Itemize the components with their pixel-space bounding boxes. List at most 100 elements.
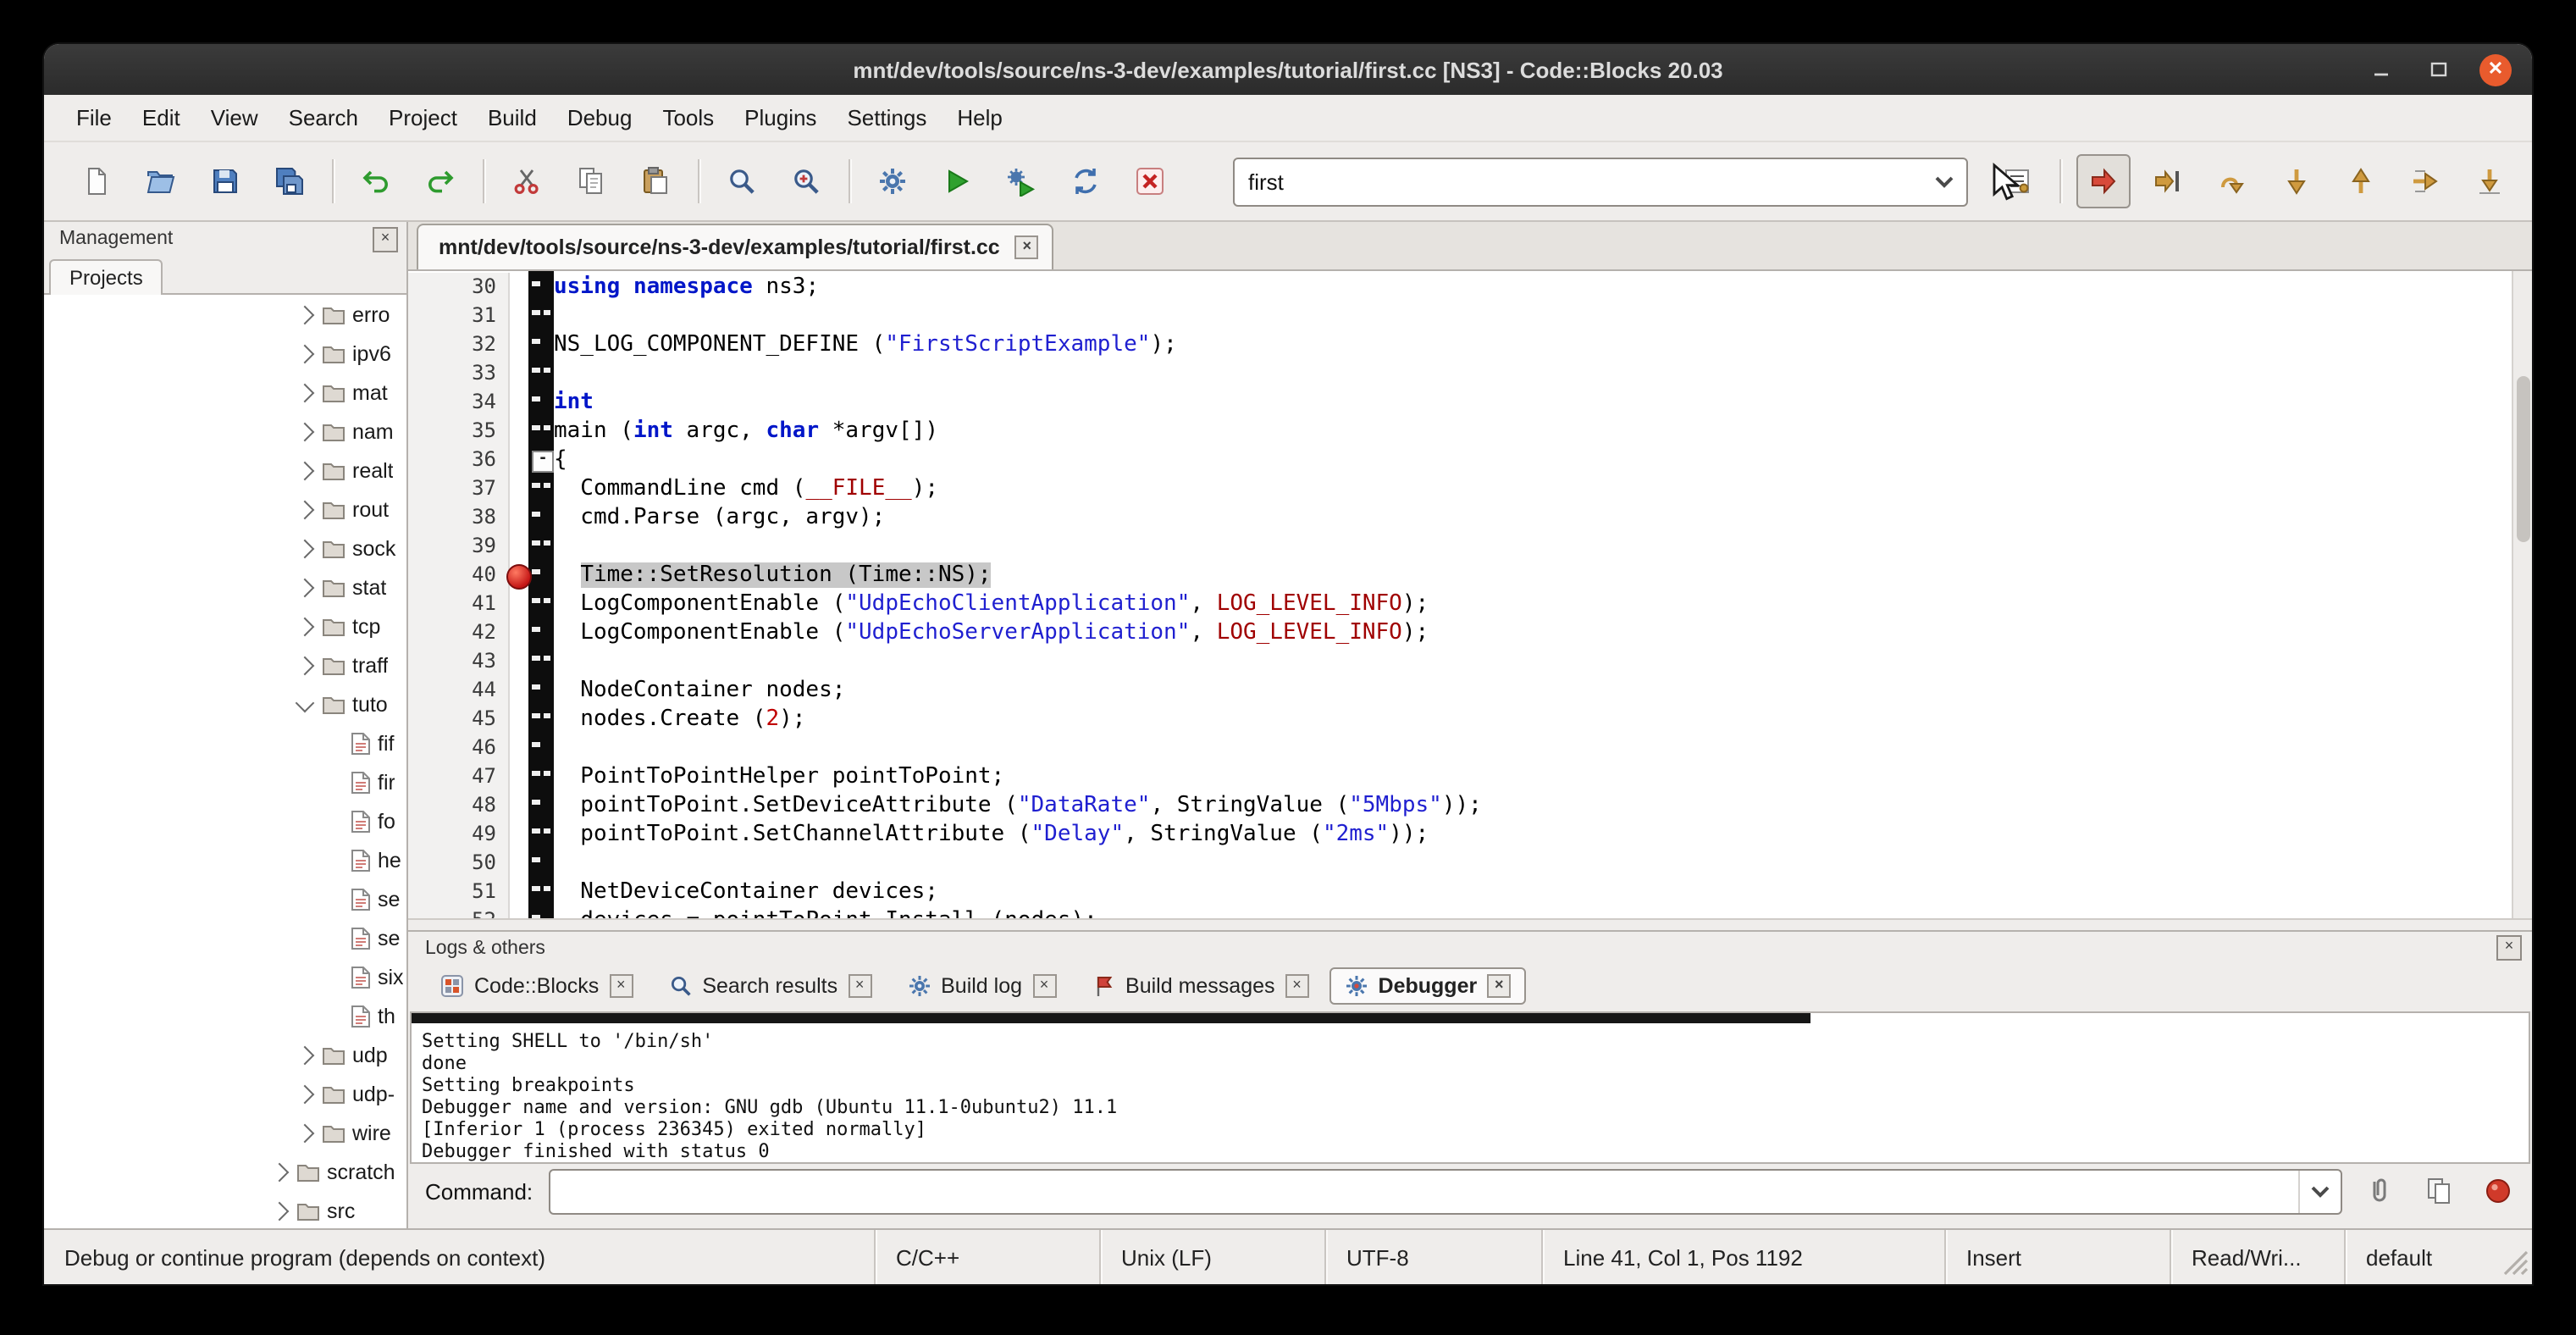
open-file-button[interactable] (134, 154, 188, 208)
step-into-instruction-button[interactable] (2463, 154, 2517, 208)
save-all-button[interactable] (263, 154, 317, 208)
menu-build[interactable]: Build (473, 98, 552, 137)
cut-button[interactable] (500, 154, 554, 208)
step-out-button[interactable] (2334, 154, 2388, 208)
find-button[interactable] (715, 154, 769, 208)
debug-continue-button[interactable] (2076, 154, 2131, 208)
chevron-down-icon[interactable] (296, 693, 315, 712)
tree-item-erro[interactable]: erro (44, 295, 406, 334)
new-file-button[interactable] (69, 154, 124, 208)
tree-item-fif[interactable]: fif (44, 723, 406, 762)
tree-item-se[interactable]: se (44, 918, 406, 957)
chevron-right-icon[interactable] (296, 1045, 315, 1065)
tree-item-he[interactable]: he (44, 840, 406, 879)
build-button[interactable] (865, 154, 920, 208)
close-icon[interactable]: × (1032, 974, 1056, 998)
logs-tab-search-results[interactable]: Search results× (653, 967, 887, 1005)
chevron-right-icon[interactable] (296, 344, 315, 363)
run-to-cursor-button[interactable] (2141, 154, 2195, 208)
tree-item-se[interactable]: se (44, 879, 406, 918)
abort-build-button[interactable] (1123, 154, 1177, 208)
build-target-combobox[interactable] (1233, 157, 1968, 206)
run-button[interactable] (930, 154, 984, 208)
logs-close-icon[interactable]: × (2496, 935, 2522, 961)
horizontal-splitter[interactable] (408, 918, 2532, 930)
toolbar-overflow-button[interactable] (2522, 154, 2532, 208)
build-and-run-button[interactable] (994, 154, 1048, 208)
clip-icon[interactable] (2358, 1169, 2402, 1213)
fold-marker[interactable]: - (532, 451, 554, 473)
step-into-button[interactable] (2269, 154, 2324, 208)
chevron-right-icon[interactable] (270, 1162, 290, 1182)
tree-item-fo[interactable]: fo (44, 801, 406, 840)
editor-scrollbar-thumb[interactable] (2517, 376, 2530, 542)
chevron-right-icon[interactable] (296, 617, 315, 636)
close-icon[interactable]: × (1285, 974, 1309, 998)
menu-tools[interactable]: Tools (647, 98, 729, 137)
menu-help[interactable]: Help (942, 98, 1018, 137)
chevron-right-icon[interactable] (296, 500, 315, 519)
find-in-files-button[interactable] (779, 154, 833, 208)
tree-item-sock[interactable]: sock (44, 529, 406, 568)
tree-item-udp[interactable]: udp- (44, 1074, 406, 1113)
close-icon[interactable]: × (1487, 974, 1511, 998)
tree-item-fir[interactable]: fir (44, 762, 406, 801)
logs-tab-code-blocks[interactable]: Code::Blocks× (425, 967, 648, 1005)
editor-tab-first-cc[interactable]: mnt/dev/tools/source/ns-3-dev/examples/t… (417, 224, 1054, 269)
menu-settings[interactable]: Settings (832, 98, 942, 137)
command-input[interactable] (550, 1178, 2298, 1204)
chevron-right-icon[interactable] (296, 461, 315, 480)
close-icon[interactable]: × (609, 974, 633, 998)
code-editor[interactable]: 3031323334353637383940414243444546474849… (408, 271, 2532, 918)
window-titlebar[interactable]: mnt/dev/tools/source/ns-3-dev/examples/t… (44, 44, 2532, 95)
tree-item-tuto[interactable]: tuto (44, 684, 406, 723)
breakpoint-marker[interactable] (506, 564, 532, 590)
tree-item-udp[interactable]: udp (44, 1035, 406, 1074)
chevron-right-icon[interactable] (296, 1084, 315, 1104)
tree-item-realt[interactable]: realt (44, 451, 406, 490)
paste-button[interactable] (628, 154, 683, 208)
close-button[interactable]: ✕ (2479, 53, 2512, 86)
editor-tab-close-icon[interactable]: × (1015, 235, 1039, 259)
management-close-icon[interactable]: × (373, 226, 398, 252)
chevron-right-icon[interactable] (296, 1123, 315, 1143)
chevron-down-icon[interactable] (1922, 158, 1966, 204)
resize-grip-icon[interactable] (2500, 1247, 2529, 1281)
close-icon[interactable]: × (848, 974, 871, 998)
tree-item-stat[interactable]: stat (44, 568, 406, 607)
menu-search[interactable]: Search (274, 98, 373, 137)
chevron-right-icon[interactable] (270, 1201, 290, 1221)
undo-button[interactable] (349, 154, 403, 208)
tree-item-th[interactable]: th (44, 996, 406, 1035)
tree-item-rout[interactable]: rout (44, 490, 406, 529)
menu-view[interactable]: View (196, 98, 274, 137)
tree-item-nam[interactable]: nam (44, 412, 406, 451)
build-target-input[interactable] (1235, 169, 1922, 194)
chevron-right-icon[interactable] (296, 656, 315, 675)
menu-file[interactable]: File (61, 98, 127, 137)
chevron-right-icon[interactable] (296, 422, 315, 441)
command-dropdown-icon[interactable] (2298, 1170, 2341, 1212)
stop-icon[interactable] (2476, 1169, 2520, 1213)
menu-debug[interactable]: Debug (552, 98, 648, 137)
debugger-log[interactable]: Setting SHELL to '/bin/sh'doneSetting br… (410, 1011, 2530, 1164)
chevron-right-icon[interactable] (296, 383, 315, 402)
logs-tab-build-messages[interactable]: Build messages× (1076, 967, 1324, 1005)
minimize-button[interactable] (2364, 53, 2396, 86)
tree-item-ipv6[interactable]: ipv6 (44, 334, 406, 373)
tab-projects[interactable]: Projects (49, 259, 163, 295)
tree-item-scratch[interactable]: scratch (44, 1152, 406, 1191)
menu-plugins[interactable]: Plugins (729, 98, 832, 137)
tree-item-tcp[interactable]: tcp (44, 607, 406, 645)
menu-edit[interactable]: Edit (127, 98, 196, 137)
redo-button[interactable] (413, 154, 467, 208)
next-line-button[interactable] (2205, 154, 2259, 208)
breakpoint-margin[interactable] (510, 271, 528, 918)
chevron-right-icon[interactable] (296, 539, 315, 558)
command-combobox[interactable] (548, 1168, 2342, 1214)
copy-log-icon[interactable] (2417, 1169, 2461, 1213)
chevron-right-icon[interactable] (296, 578, 315, 597)
save-file-button[interactable] (198, 154, 252, 208)
logs-tab-debugger[interactable]: Debugger× (1329, 967, 1527, 1005)
logs-tab-build-log[interactable]: Build log× (892, 967, 1071, 1005)
